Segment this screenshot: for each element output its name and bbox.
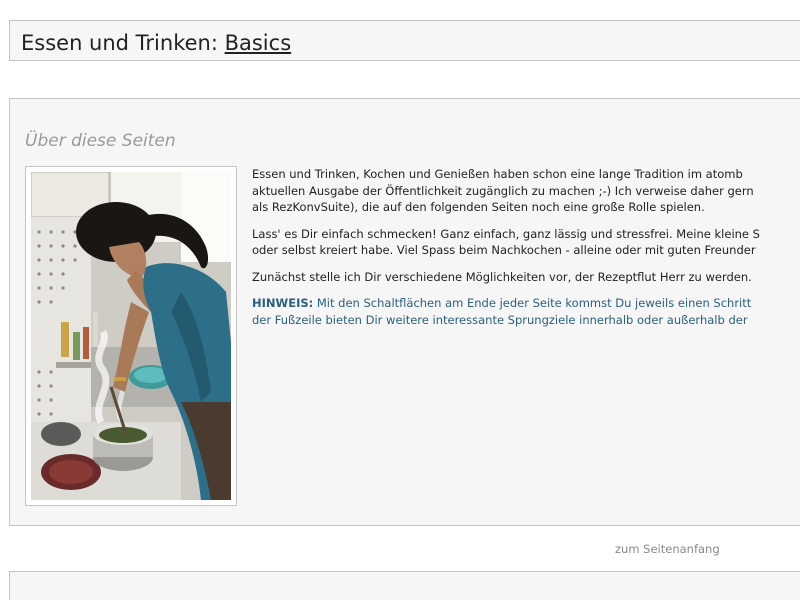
- paragraph-line: oder selbst kreiert habe. Viel Spass bei…: [252, 243, 756, 257]
- paragraph-line: Essen und Trinken, Kochen und Genießen h…: [252, 167, 743, 181]
- page-title: Essen und Trinken: Basics: [21, 30, 291, 56]
- person-cooking-photo: [31, 172, 231, 500]
- photo-illustration: [31, 172, 231, 500]
- footer-panel: [9, 571, 800, 600]
- content-panel: Über diese Seiten Essen und Trinken, Koc…: [9, 98, 800, 526]
- paragraph-intro: Essen und Trinken, Kochen und Genießen h…: [252, 166, 800, 216]
- paragraph-line: aktuellen Ausgabe der Öffentlichkeit zug…: [252, 183, 754, 198]
- header-panel: Essen und Trinken: Basics: [9, 20, 800, 61]
- paragraph-line: Zunächst stelle ich Dir verschiedene Mög…: [252, 269, 752, 284]
- section-title: Über diese Seiten: [25, 131, 176, 151]
- page: Essen und Trinken: Basics Über diese Sei…: [0, 0, 800, 600]
- hint-text: Mit den Schaltflächen am Ende jeder Seit…: [313, 296, 752, 310]
- hint-paragraph: HINWEIS: Mit den Schaltflächen am Ende j…: [252, 295, 800, 328]
- intro-text: Essen und Trinken, Kochen und Genießen h…: [252, 166, 800, 338]
- hint-line: HINWEIS: Mit den Schaltflächen am Ende j…: [252, 295, 800, 312]
- paragraph-line: Lass' es Dir einfach schmecken! Ganz ein…: [252, 226, 760, 241]
- paragraph-overview: Zunächst stelle ich Dir verschiedene Mög…: [252, 269, 800, 286]
- paragraph-line: als RezKonvSuite), die auf den folgenden…: [252, 200, 705, 214]
- back-to-top-link[interactable]: zum Seitenanfang: [615, 541, 720, 557]
- photo-frame: [25, 166, 237, 506]
- hint-label: HINWEIS:: [252, 296, 314, 310]
- paragraph-enjoy: Lass' es Dir einfach schmecken! Ganz ein…: [252, 226, 800, 259]
- basics-link[interactable]: Basics: [225, 31, 292, 55]
- page-title-prefix: Essen und Trinken:: [21, 31, 225, 55]
- hint-line: der Fußzeile bieten Dir weitere interess…: [252, 312, 748, 327]
